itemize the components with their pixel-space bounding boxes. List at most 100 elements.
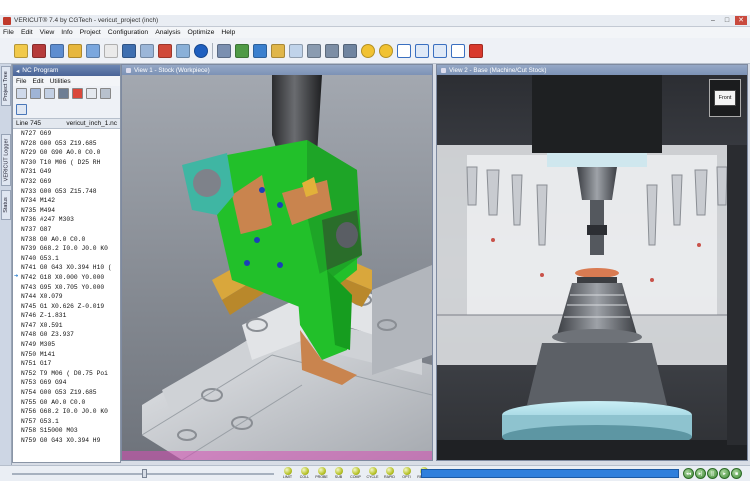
quad-view-icon[interactable] — [433, 43, 447, 58]
zoom-out-icon[interactable] — [325, 43, 339, 58]
nc-layout-icon[interactable] — [16, 103, 27, 115]
nc-code-line[interactable]: N754 G00 G53 Z19.685 — [21, 388, 120, 398]
machine-setup-icon[interactable] — [217, 43, 231, 58]
nc-code-line[interactable]: N741 G0 G43 X0.394 H10 ( — [21, 263, 120, 273]
nc-code-line[interactable]: N750 M141 — [21, 350, 120, 360]
nc-code-line[interactable]: N749 M305 — [21, 340, 120, 350]
stop-button[interactable]: ■ — [731, 468, 742, 479]
measure-icon[interactable] — [271, 43, 285, 58]
minimize-button[interactable]: – — [707, 16, 719, 25]
menu-view[interactable]: View — [40, 29, 55, 36]
nc-breakpoint-icon[interactable] — [72, 88, 83, 99]
tool-manager-icon[interactable] — [176, 43, 190, 58]
pause-button[interactable]: || — [707, 468, 718, 479]
info-icon[interactable] — [194, 43, 208, 58]
nc-code-line[interactable]: N729 G0 G90 A0.0 C0.0 — [21, 148, 120, 158]
nc-code-line[interactable]: N740 G53.1 — [21, 254, 120, 264]
tab-project-tree[interactable]: Project Tree — [1, 66, 11, 106]
nc-menu-file[interactable]: File — [16, 78, 26, 85]
nc-code-line[interactable]: ➜ N742 G18 X0.000 Y0.000 — [14, 272, 120, 283]
close-button[interactable]: ✕ — [735, 16, 747, 25]
nc-code-line[interactable]: N733 G00 G53 Z15.748 — [21, 187, 120, 197]
menu-help[interactable]: Help — [221, 29, 235, 36]
speed-slider-thumb[interactable] — [142, 469, 147, 478]
single-view-icon[interactable] — [397, 43, 411, 58]
tab-status[interactable]: Status — [1, 190, 11, 220]
nc-code-line[interactable]: N756 G68.2 I0.0 J0.0 K0 — [21, 407, 120, 417]
nc-code-line[interactable]: N739 G68.2 I0.0 J0.0 K0 — [21, 244, 120, 254]
nc-code-line[interactable]: N736 #247 M303 — [21, 215, 120, 225]
view-cube-front[interactable]: Front — [709, 79, 741, 117]
view-2-pin-icon[interactable] — [441, 67, 446, 73]
nc-code-line[interactable]: N735 M494 — [21, 206, 120, 216]
image-icon[interactable] — [289, 43, 303, 58]
menu-info[interactable]: Info — [61, 29, 72, 36]
save-icon[interactable] — [32, 43, 46, 58]
nc-panel-pin-icon[interactable]: ◂ — [16, 67, 19, 75]
zoom-in-icon[interactable] — [307, 43, 321, 58]
menu-configuration[interactable]: Configuration — [108, 29, 148, 36]
nc-code-line[interactable]: N727 G69 — [21, 129, 120, 139]
nc-code-line[interactable]: N732 G69 — [21, 177, 120, 187]
close-view-icon[interactable] — [469, 43, 483, 58]
maximize-button[interactable]: □ — [721, 16, 733, 25]
nc-program-icon[interactable] — [158, 43, 172, 58]
nc-code-line[interactable]: N734 M142 — [21, 196, 120, 206]
nc-undo-icon[interactable] — [86, 88, 97, 99]
folder-icon[interactable] — [68, 43, 82, 58]
window-icon[interactable] — [86, 43, 100, 58]
nc-open-icon[interactable] — [16, 88, 27, 99]
menu-optimize[interactable]: Optimize — [188, 29, 215, 36]
nc-code-line[interactable]: N747 X0.591 — [21, 321, 120, 331]
nc-code-line[interactable]: N743 G95 X0.705 Y0.000 — [21, 283, 120, 293]
layout-icon[interactable] — [451, 43, 465, 58]
nc-code-line[interactable]: N757 G53.1 — [21, 417, 120, 427]
light-probe: PROBE — [314, 467, 329, 481]
nc-code-line[interactable]: N738 G0 A0.0 C0.0 — [21, 235, 120, 245]
dual-view-icon[interactable] — [415, 43, 429, 58]
menu-project[interactable]: Project — [80, 29, 101, 36]
nc-print-icon[interactable] — [100, 88, 111, 99]
open-folder-icon[interactable] — [14, 43, 28, 58]
nc-code-line[interactable]: N730 T10 M06 ( D25 RH — [21, 158, 120, 168]
nc-code-line[interactable]: N746 Z-1.831 — [21, 311, 120, 321]
report-icon[interactable] — [122, 43, 136, 58]
menu-analysis[interactable]: Analysis — [155, 29, 180, 36]
view-1-pin-icon[interactable] — [126, 67, 131, 73]
nc-code-line[interactable]: N744 X0.079 — [21, 292, 120, 302]
nc-code-line[interactable]: N737 G87 — [21, 225, 120, 235]
rewind-button[interactable]: ◂◂ — [683, 468, 694, 479]
nc-code-line[interactable]: N751 G17 — [21, 359, 120, 369]
cut-icon[interactable] — [253, 43, 267, 58]
nc-code-line[interactable]: N752 T9 M06 ( D0.75 Poi — [21, 369, 120, 379]
table-icon[interactable] — [140, 43, 154, 58]
document-icon[interactable] — [104, 43, 118, 58]
play-button[interactable]: ▸ — [719, 468, 730, 479]
light-coll: COLL — [297, 467, 312, 481]
nc-code-line[interactable]: N759 G0 G43 X0.394 H9 — [21, 436, 120, 442]
nc-menu-utilities[interactable]: Utilities — [50, 78, 71, 85]
nc-code-line[interactable]: N753 G69 G94 — [21, 378, 120, 388]
menu-file[interactable]: File — [3, 29, 14, 36]
fit-view-icon[interactable] — [343, 43, 357, 58]
nc-code-list[interactable]: N727 G69 N728 G00 G53 Z19.685 N729 G0 G90 … — [13, 129, 120, 442]
nc-code-line[interactable]: N728 G00 G53 Z19.685 — [21, 139, 120, 149]
menu-edit[interactable]: Edit — [21, 29, 33, 36]
shade-icon[interactable] — [379, 43, 393, 58]
nc-menu-edit[interactable]: Edit — [32, 78, 43, 85]
nc-code-line[interactable]: N748 G0 Z3.937 — [21, 330, 120, 340]
tab-vericut-logger[interactable]: VERICUT Logger — [1, 134, 11, 186]
coordinate-icon[interactable] — [235, 43, 249, 58]
nc-tool-icon[interactable] — [58, 88, 69, 99]
nc-search-icon[interactable] — [44, 88, 55, 99]
nc-code-line[interactable]: N745 G1 X0.626 Z-0.019 — [21, 302, 120, 312]
nc-code-line[interactable]: N758 S15000 M03 — [21, 426, 120, 436]
nc-code-line[interactable]: N755 G0 A0.0 C0.0 — [21, 398, 120, 408]
nc-code-line[interactable]: N731 G49 — [21, 167, 120, 177]
save-as-icon[interactable] — [50, 43, 64, 58]
view-1-canvas[interactable] — [122, 75, 432, 460]
view-2-canvas[interactable]: Front — [437, 75, 747, 460]
light-icon[interactable] — [361, 43, 375, 58]
step-button[interactable]: ▸| — [695, 468, 706, 479]
nc-variables-icon[interactable] — [30, 88, 41, 99]
